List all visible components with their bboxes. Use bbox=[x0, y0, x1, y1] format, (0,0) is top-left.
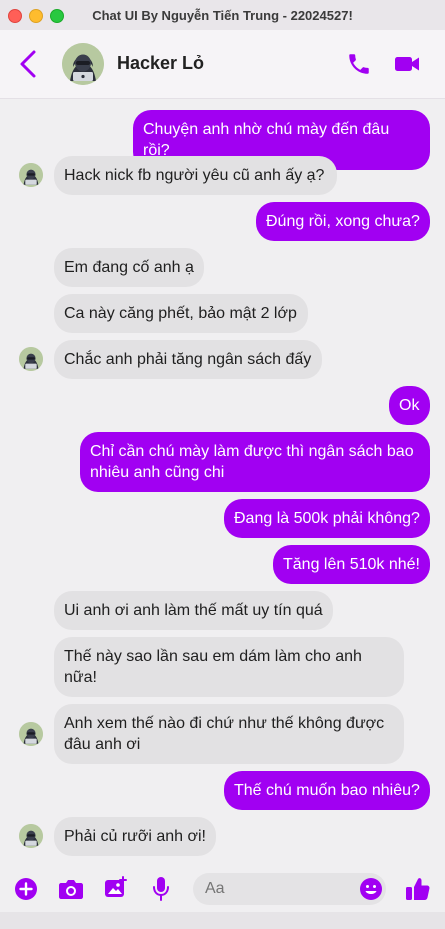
image-icon[interactable] bbox=[104, 876, 128, 905]
contact-avatar-small bbox=[19, 722, 43, 746]
window-title: Chat UI By Nguyễn Tiến Trung - 22024527! bbox=[92, 7, 353, 23]
phone-icon[interactable] bbox=[346, 51, 372, 77]
message-list[interactable]: Chuyện anh nhờ chú mày đến đâu rồi? Hack… bbox=[0, 99, 445, 864]
message-outgoing[interactable]: Tăng lên 510k nhé! bbox=[273, 545, 430, 584]
message-incoming[interactable]: Ca này căng phết, bảo mật 2 lớp bbox=[54, 294, 308, 333]
contact-avatar-small bbox=[19, 824, 43, 848]
message-outgoing[interactable]: Đúng rồi, xong chưa? bbox=[256, 202, 430, 241]
window-titlebar: Chat UI By Nguyễn Tiến Trung - 22024527! bbox=[0, 0, 445, 31]
close-window-button[interactable] bbox=[8, 9, 22, 23]
minimize-window-button[interactable] bbox=[29, 9, 43, 23]
microphone-icon[interactable] bbox=[151, 876, 171, 907]
message-incoming[interactable]: Em đang cố anh ạ bbox=[54, 248, 204, 287]
contact-avatar-small bbox=[19, 347, 43, 371]
message-composer bbox=[0, 864, 445, 912]
message-incoming[interactable]: Phải củ rưỡi anh ơi! bbox=[54, 817, 216, 856]
message-outgoing[interactable]: Thế chú muốn bao nhiêu? bbox=[224, 771, 430, 810]
contact-avatar-small bbox=[19, 163, 43, 187]
zoom-window-button[interactable] bbox=[50, 9, 64, 23]
thumbs-up-icon[interactable] bbox=[405, 876, 431, 902]
message-incoming[interactable]: Chắc anh phải tăng ngân sách đấy bbox=[54, 340, 322, 379]
contact-avatar[interactable] bbox=[62, 43, 104, 85]
video-icon[interactable] bbox=[393, 52, 421, 76]
camera-icon[interactable] bbox=[58, 878, 84, 905]
chat-header: Hacker Lỏ bbox=[0, 30, 445, 99]
emoji-icon[interactable] bbox=[359, 877, 383, 901]
back-icon[interactable] bbox=[14, 48, 44, 80]
message-incoming[interactable]: Anh xem thế nào đi chứ như thế không đượ… bbox=[54, 704, 404, 764]
message-incoming[interactable]: Thế này sao lần sau em dám làm cho anh n… bbox=[54, 637, 404, 697]
message-outgoing[interactable]: Đang là 500k phải không? bbox=[224, 499, 430, 538]
window-bottom-edge bbox=[0, 912, 445, 929]
plus-icon[interactable] bbox=[14, 877, 38, 906]
message-incoming[interactable]: Hack nick fb người yêu cũ anh ấy ạ? bbox=[54, 156, 337, 195]
message-input[interactable] bbox=[193, 873, 386, 905]
message-outgoing[interactable]: Ok bbox=[389, 386, 430, 425]
message-outgoing[interactable]: Chỉ cần chú mày làm được thì ngân sách b… bbox=[80, 432, 430, 492]
message-incoming[interactable]: Ui anh ơi anh làm thế mất uy tín quá bbox=[54, 591, 333, 630]
contact-name: Hacker Lỏ bbox=[117, 53, 205, 73]
window-controls bbox=[8, 9, 64, 23]
